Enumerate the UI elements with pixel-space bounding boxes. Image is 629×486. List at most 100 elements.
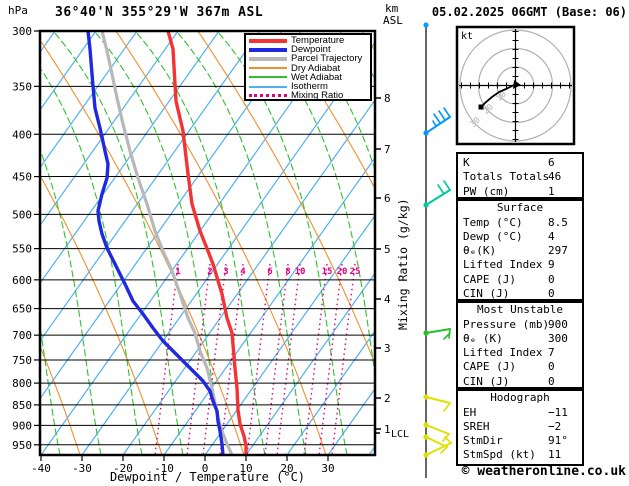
row-value: 46	[548, 170, 562, 184]
panel-row: Temp (°C) 8.5	[458, 216, 582, 230]
legend-label: Mixing Ratio	[291, 90, 344, 102]
svg-text:6: 6	[267, 267, 272, 277]
svg-text:20: 20	[337, 267, 348, 277]
legend-item-mixing-ratio: Mixing Ratio	[249, 91, 370, 100]
panel-row: StmDir 91°	[458, 434, 582, 448]
svg-text:8: 8	[285, 267, 290, 277]
most-unstable-panel: Most Unstable Pressure (mb) 900 θₑ (K) 300…	[456, 301, 584, 389]
row-value: 7	[548, 346, 555, 360]
row-label: CIN (J)	[463, 374, 510, 388]
datetime-label: 05.02.2025 06GMT (Base: 06)	[431, 5, 627, 19]
panel-row: Dewp (°C) 4	[458, 230, 582, 244]
row-label: StmSpd (kt)	[463, 448, 536, 462]
panel-row: CIN (J) 0	[458, 287, 582, 301]
pressure-axis: 300 350 400 450 500 550 600 650 700 750 800 850 900 9…	[12, 25, 40, 452]
row-label: StmDir	[463, 434, 503, 448]
svg-text:450: 450	[12, 171, 32, 184]
row-label: CAPE (J)	[463, 272, 516, 286]
svg-text:7: 7	[384, 143, 391, 156]
skewt-sounding-page: 1 2 3 4 6 8 10 15 20 25 300 350 400 450 500 550 600 650 70…	[0, 0, 629, 486]
row-value: 4	[548, 229, 555, 243]
wind-barb	[423, 394, 451, 412]
row-label: Dewp (°C)	[463, 229, 523, 243]
wind-barb	[423, 180, 451, 208]
row-label: CIN (J)	[463, 286, 510, 300]
row-label: θₑ(K)	[463, 244, 497, 258]
hodograph-start-marker	[478, 104, 484, 110]
svg-text:25: 25	[350, 267, 361, 277]
row-value: 6	[548, 156, 555, 169]
temperature-line-swatch	[249, 38, 287, 43]
row-value: 11	[548, 448, 562, 462]
svg-text:950: 950	[12, 439, 32, 452]
wind-barb	[423, 22, 429, 28]
panel-row: SREH −2	[458, 420, 582, 434]
indices-panel: K 6 Totals Totals 46 PW (cm) 1	[456, 152, 584, 199]
dewpoint-line-swatch	[249, 47, 287, 52]
panel-row: Pressure (mb) 900	[458, 318, 582, 332]
row-value: 9	[548, 258, 555, 272]
wind-barb	[423, 328, 451, 340]
svg-text:3: 3	[384, 342, 391, 355]
panel-header: Surface	[496, 201, 544, 214]
row-label: EH	[463, 405, 477, 419]
svg-text:2: 2	[207, 267, 212, 277]
row-value: 0	[548, 286, 555, 300]
svg-text:800: 800	[12, 377, 32, 390]
hodograph-unit-label: kt	[461, 31, 473, 42]
row-value: −11	[548, 405, 568, 419]
panel-header: Most Unstable	[476, 303, 564, 316]
svg-text:4: 4	[240, 267, 246, 277]
svg-text:550: 550	[12, 243, 32, 256]
row-label: Pressure (mb)	[463, 317, 550, 331]
panel-row: θₑ (K) 300	[458, 332, 582, 346]
row-value: 300	[548, 331, 568, 345]
panel-row: CAPE (J) 0	[458, 360, 582, 374]
svg-text:750: 750	[12, 354, 32, 367]
row-value: 1	[548, 184, 555, 198]
svg-text:900: 900	[12, 419, 32, 432]
row-label: Lifted Index	[463, 258, 543, 272]
row-label: Totals Totals	[463, 170, 550, 184]
pressure-unit-label: hPa	[8, 4, 28, 17]
row-label: SREH	[463, 419, 490, 433]
svg-text:1: 1	[384, 423, 391, 436]
svg-text:15: 15	[322, 267, 333, 277]
mixing-ratio-axis-label: Mixing Ratio (g/kg)	[396, 198, 410, 330]
row-value: 0	[548, 360, 555, 374]
row-value: 0	[548, 272, 555, 286]
page-title: 36°40'N 355°29'W 367m ASL	[55, 5, 264, 20]
panel-header: Hodograph	[490, 391, 550, 404]
parcel-line-swatch	[249, 56, 287, 61]
svg-text:600: 600	[12, 274, 32, 287]
svg-text:8: 8	[384, 92, 391, 105]
svg-text:850: 850	[12, 399, 32, 412]
row-value: 900	[548, 317, 568, 331]
wind-barb	[423, 107, 451, 136]
hodograph: 102030kt	[455, 25, 576, 146]
panel-row: θₑ(K) 297	[458, 244, 582, 258]
row-value: 0	[548, 374, 555, 388]
svg-text:700: 700	[12, 329, 32, 342]
credit-footer: © weatheronline.co.uk	[461, 464, 626, 479]
panel-row: Lifted Index 9	[458, 258, 582, 272]
altitude-unit-asl: ASL	[383, 14, 403, 27]
row-label: K	[463, 156, 470, 169]
wet-adiabat-swatch	[249, 76, 287, 79]
panel-row: CIN (J) 0	[458, 375, 582, 389]
svg-text:1: 1	[175, 267, 180, 277]
wind-barb-column	[423, 22, 452, 478]
x-axis-label: Dewpoint / Temperature (°C)	[109, 470, 306, 484]
svg-text:650: 650	[12, 303, 32, 316]
hodograph-panel: Hodograph EH −11 SREH −2 StmDir 91° StmSpd …	[456, 389, 584, 466]
row-value: −2	[548, 419, 562, 433]
svg-text:6: 6	[384, 192, 391, 205]
panel-row: PW (cm) 1	[458, 185, 582, 199]
legend: Temperature Dewpoint Parcel Trajectory D…	[244, 33, 372, 101]
panel-row: CAPE (J) 0	[458, 273, 582, 287]
svg-text:400: 400	[12, 128, 32, 141]
panel-row: EH −11	[458, 406, 582, 420]
row-label: PW (cm)	[463, 184, 510, 198]
svg-text:300: 300	[12, 25, 32, 38]
svg-text:4: 4	[384, 293, 391, 306]
